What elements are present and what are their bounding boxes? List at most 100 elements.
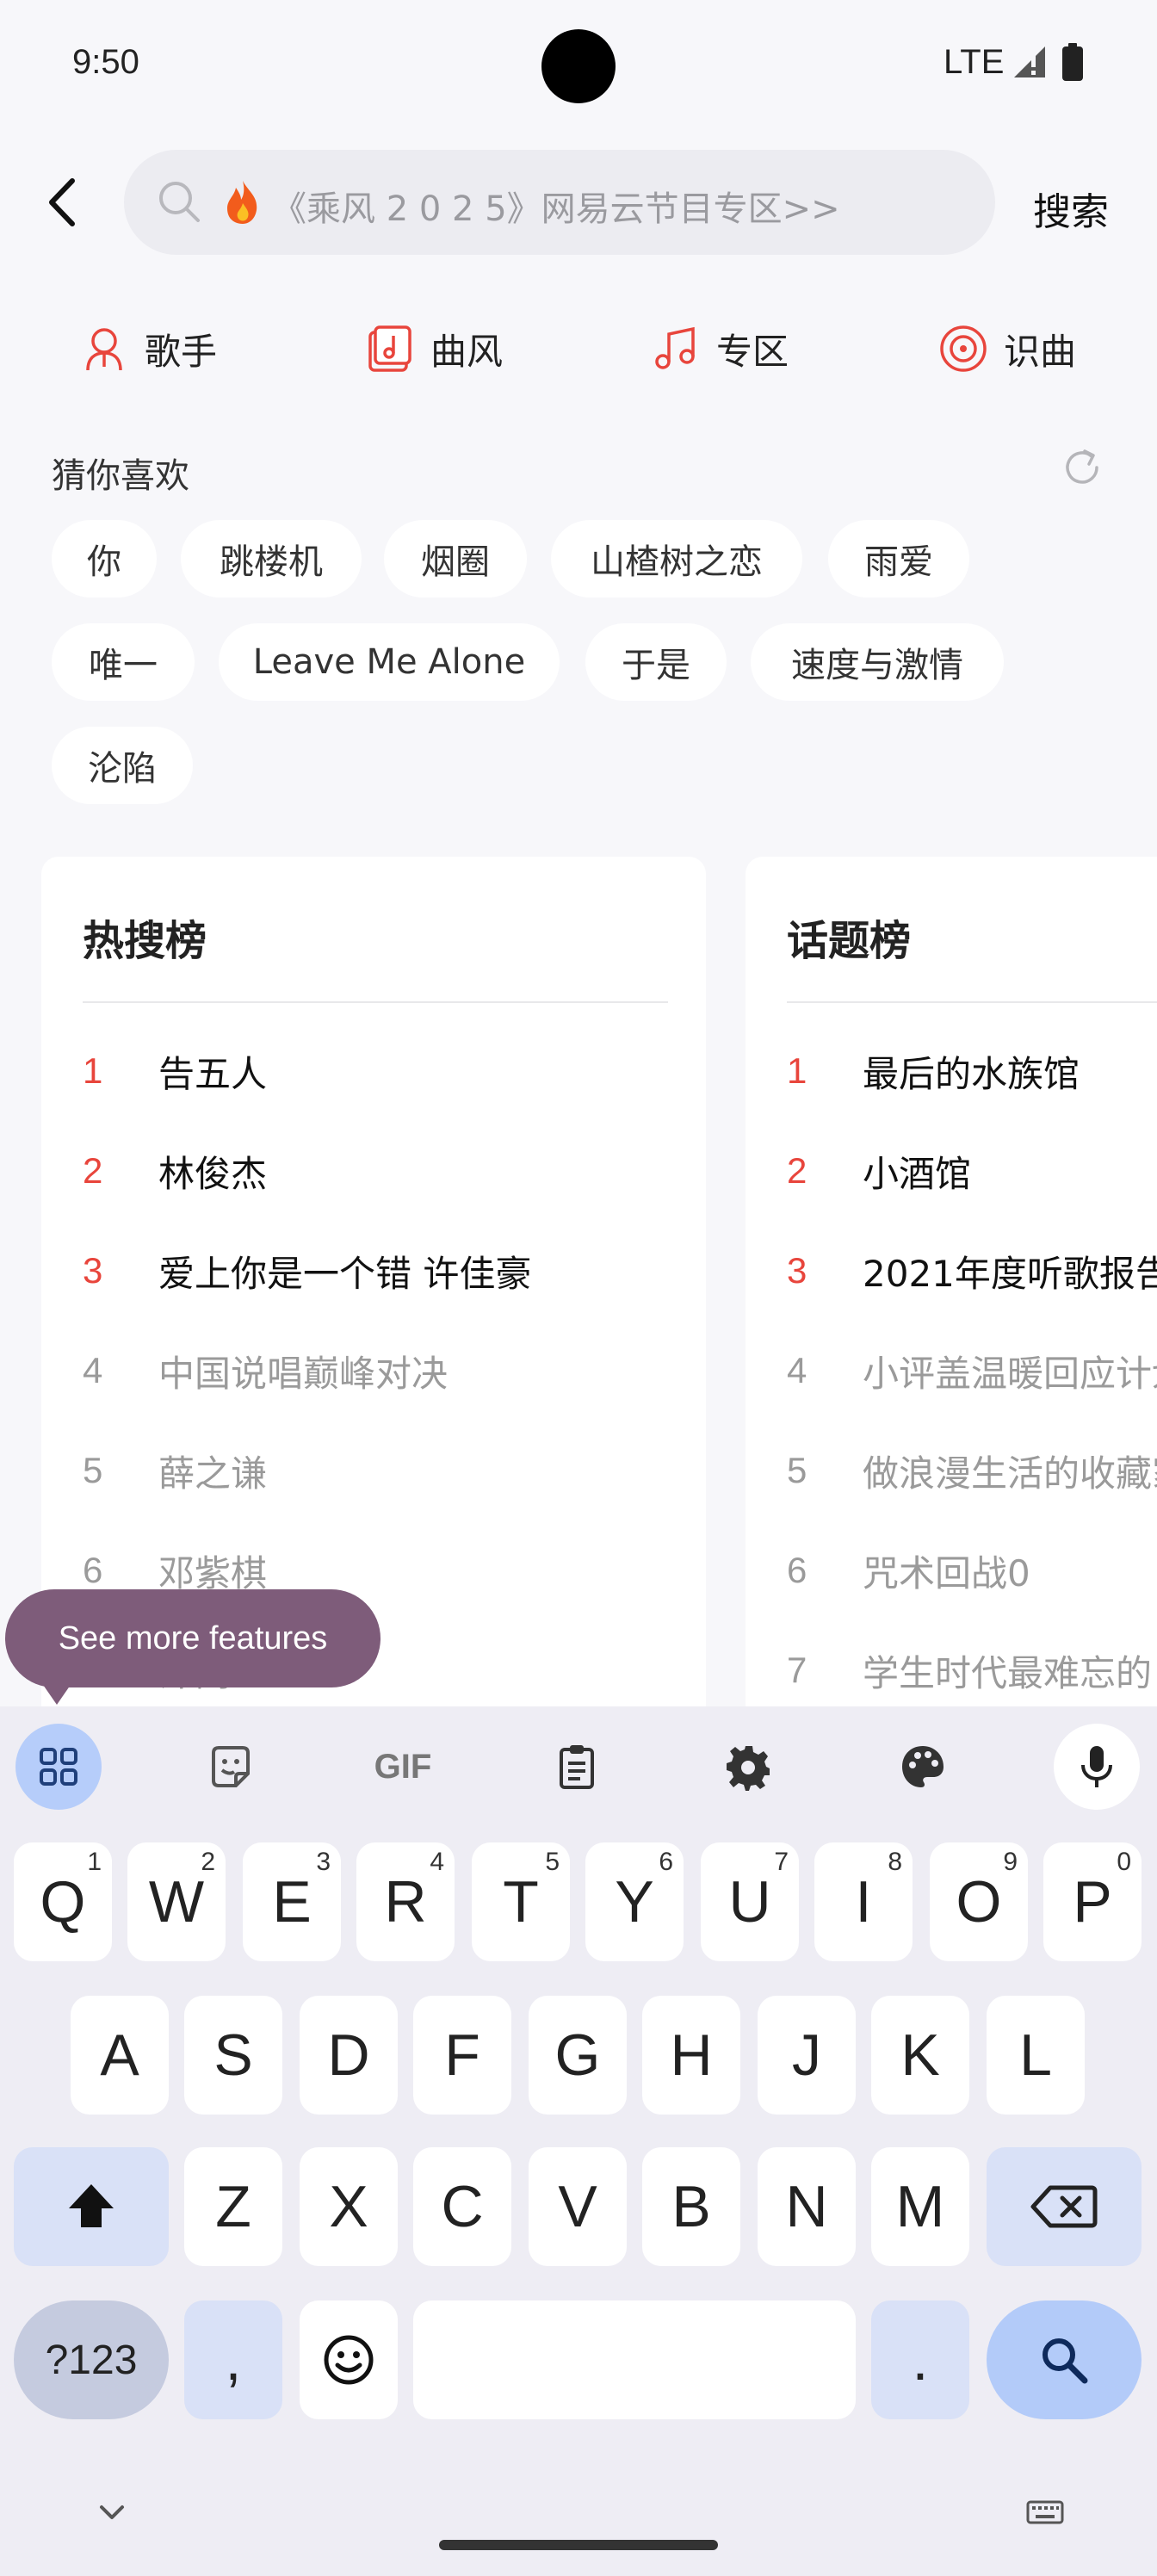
key-hint: 7 [774,1848,789,1876]
key-label: P [1073,1869,1112,1935]
category-zone[interactable]: 专区 [651,319,789,379]
key-g[interactable]: G [529,1996,627,2115]
key-p[interactable]: P0 [1043,1842,1142,1961]
signal-icon [1014,46,1045,77]
history-chip[interactable]: 雨爱 [828,520,969,598]
history-chip[interactable]: Leave Me Alone [219,623,560,701]
chart-row[interactable]: 2 林俊杰 [83,1141,267,1201]
category-singer[interactable]: 歌手 [79,319,217,379]
category-genre[interactable]: 曲风 [365,319,503,379]
search-button[interactable]: 搜索 [1033,181,1109,236]
chart-row[interactable]: 4 小评盖温暖回应计划 [787,1341,1157,1401]
category-recognize[interactable]: 识曲 [938,319,1076,379]
key-b[interactable]: B [642,2147,740,2266]
fire-icon [227,181,257,224]
key-e[interactable]: E3 [243,1842,341,1961]
rank-text: 爱上你是一个错 许佳豪 [158,1252,532,1295]
key-u[interactable]: U7 [701,1842,799,1961]
key-a[interactable]: A [71,1996,169,2115]
history-chip[interactable]: 沦陷 [52,727,193,804]
key-z[interactable]: Z [184,2147,282,2266]
key-label: W [148,1869,205,1935]
history-chip[interactable]: 速度与激情 [751,623,1004,701]
chart-row[interactable]: 7 学生时代最难忘的 [787,1640,1152,1700]
history-chip[interactable]: 你 [52,520,157,598]
shift-key[interactable] [14,2147,169,2266]
sticker-icon [212,1746,250,1787]
recognize-song-icon [940,325,987,372]
history-chip[interactable]: 跳楼机 [181,520,362,598]
key-t[interactable]: T5 [472,1842,570,1961]
search-action-key[interactable] [987,2300,1142,2419]
tooltip[interactable]: See more features [5,1589,381,1687]
rank-text: 薛之谦 [158,1452,268,1495]
key-w[interactable]: W2 [127,1842,226,1961]
key-hint: 5 [545,1848,560,1876]
rank-number: 2 [787,1150,807,1191]
chart-row[interactable]: 1 最后的水族馆 [787,1041,1080,1101]
key-x[interactable]: X [300,2147,398,2266]
history-chip[interactable]: 烟圈 [384,520,527,598]
rank-number: 6 [787,1550,807,1590]
chart-row[interactable]: 4 中国说唱巅峰对决 [83,1341,448,1401]
key-label: Q [40,1869,86,1935]
chart-row[interactable]: 1 告五人 [83,1041,267,1101]
chart-row[interactable]: 3 爱上你是一个错 许佳豪 [83,1241,531,1301]
tooltip-pointer [41,1682,72,1705]
history-chip[interactable]: 于是 [585,623,727,701]
chart-row[interactable]: 3 2021年度听歌报告 [787,1241,1157,1301]
home-handle[interactable] [439,2540,718,2550]
space-key[interactable] [413,2300,856,2419]
key-hint: 4 [430,1848,444,1876]
voice-input-button[interactable] [1054,1724,1140,1810]
key-l[interactable]: L [987,1996,1085,2115]
clipboard-button[interactable] [534,1724,620,1810]
back-icon[interactable] [38,172,90,232]
refresh-icon[interactable] [1061,446,1104,489]
rank-text: 林俊杰 [158,1152,268,1195]
apps-grid-icon [40,1748,77,1786]
gif-label: GIF [374,1747,432,1786]
gif-button[interactable]: GIF [360,1724,446,1810]
key-n[interactable]: N [758,2147,856,2266]
search-placeholder: 《乘风 2 0 2 5》网易云节目专区>> [272,189,840,229]
search-input[interactable]: 《乘风 2 0 2 5》网易云节目专区>> [124,150,995,255]
key-o[interactable]: O9 [930,1842,1028,1961]
key-d[interactable]: D [300,1996,398,2115]
switch-keyboard-icon[interactable] [1024,2492,1066,2533]
rank-text: 做浪漫生活的收藏家 [863,1452,1157,1495]
chart-row[interactable]: 6 咒术回战0 [787,1540,1030,1601]
key-h[interactable]: H [642,1996,740,2115]
key-r[interactable]: R4 [356,1842,455,1961]
backspace-key[interactable] [987,2147,1142,2266]
clipboard-icon [560,1745,594,1789]
sticker-button[interactable] [188,1724,274,1810]
key-j[interactable]: J [758,1996,856,2115]
key-v[interactable]: V [529,2147,627,2266]
history-chip[interactable]: 唯一 [52,623,195,701]
comma-key[interactable]: , [184,2300,282,2419]
key-hint: 3 [316,1848,331,1876]
chart-row[interactable]: 2 小酒馆 [787,1141,971,1201]
theme-button[interactable] [880,1724,966,1810]
key-hint: 2 [201,1848,215,1876]
zone-icon [655,326,695,369]
period-key[interactable]: . [871,2300,969,2419]
key-f[interactable]: F [413,1996,511,2115]
apps-grid-button[interactable] [15,1724,102,1810]
key-m[interactable]: M [871,2147,969,2266]
key-q[interactable]: Q1 [14,1842,112,1961]
history-chip[interactable]: 山楂树之恋 [551,520,802,598]
settings-button[interactable] [706,1724,792,1810]
chart-row[interactable]: 5 薛之谦 [83,1440,267,1501]
card-title: 热搜榜 [83,917,207,965]
collapse-keyboard-icon[interactable] [91,2492,133,2533]
key-c[interactable]: C [413,2147,511,2266]
key-s[interactable]: S [184,1996,282,2115]
symbols-key[interactable]: ?123 [14,2300,169,2419]
key-k[interactable]: K [871,1996,969,2115]
key-i[interactable]: I8 [814,1842,913,1961]
key-y[interactable]: Y6 [585,1842,684,1961]
emoji-key[interactable] [300,2300,398,2419]
chart-row[interactable]: 5 做浪漫生活的收藏家 [787,1440,1157,1501]
